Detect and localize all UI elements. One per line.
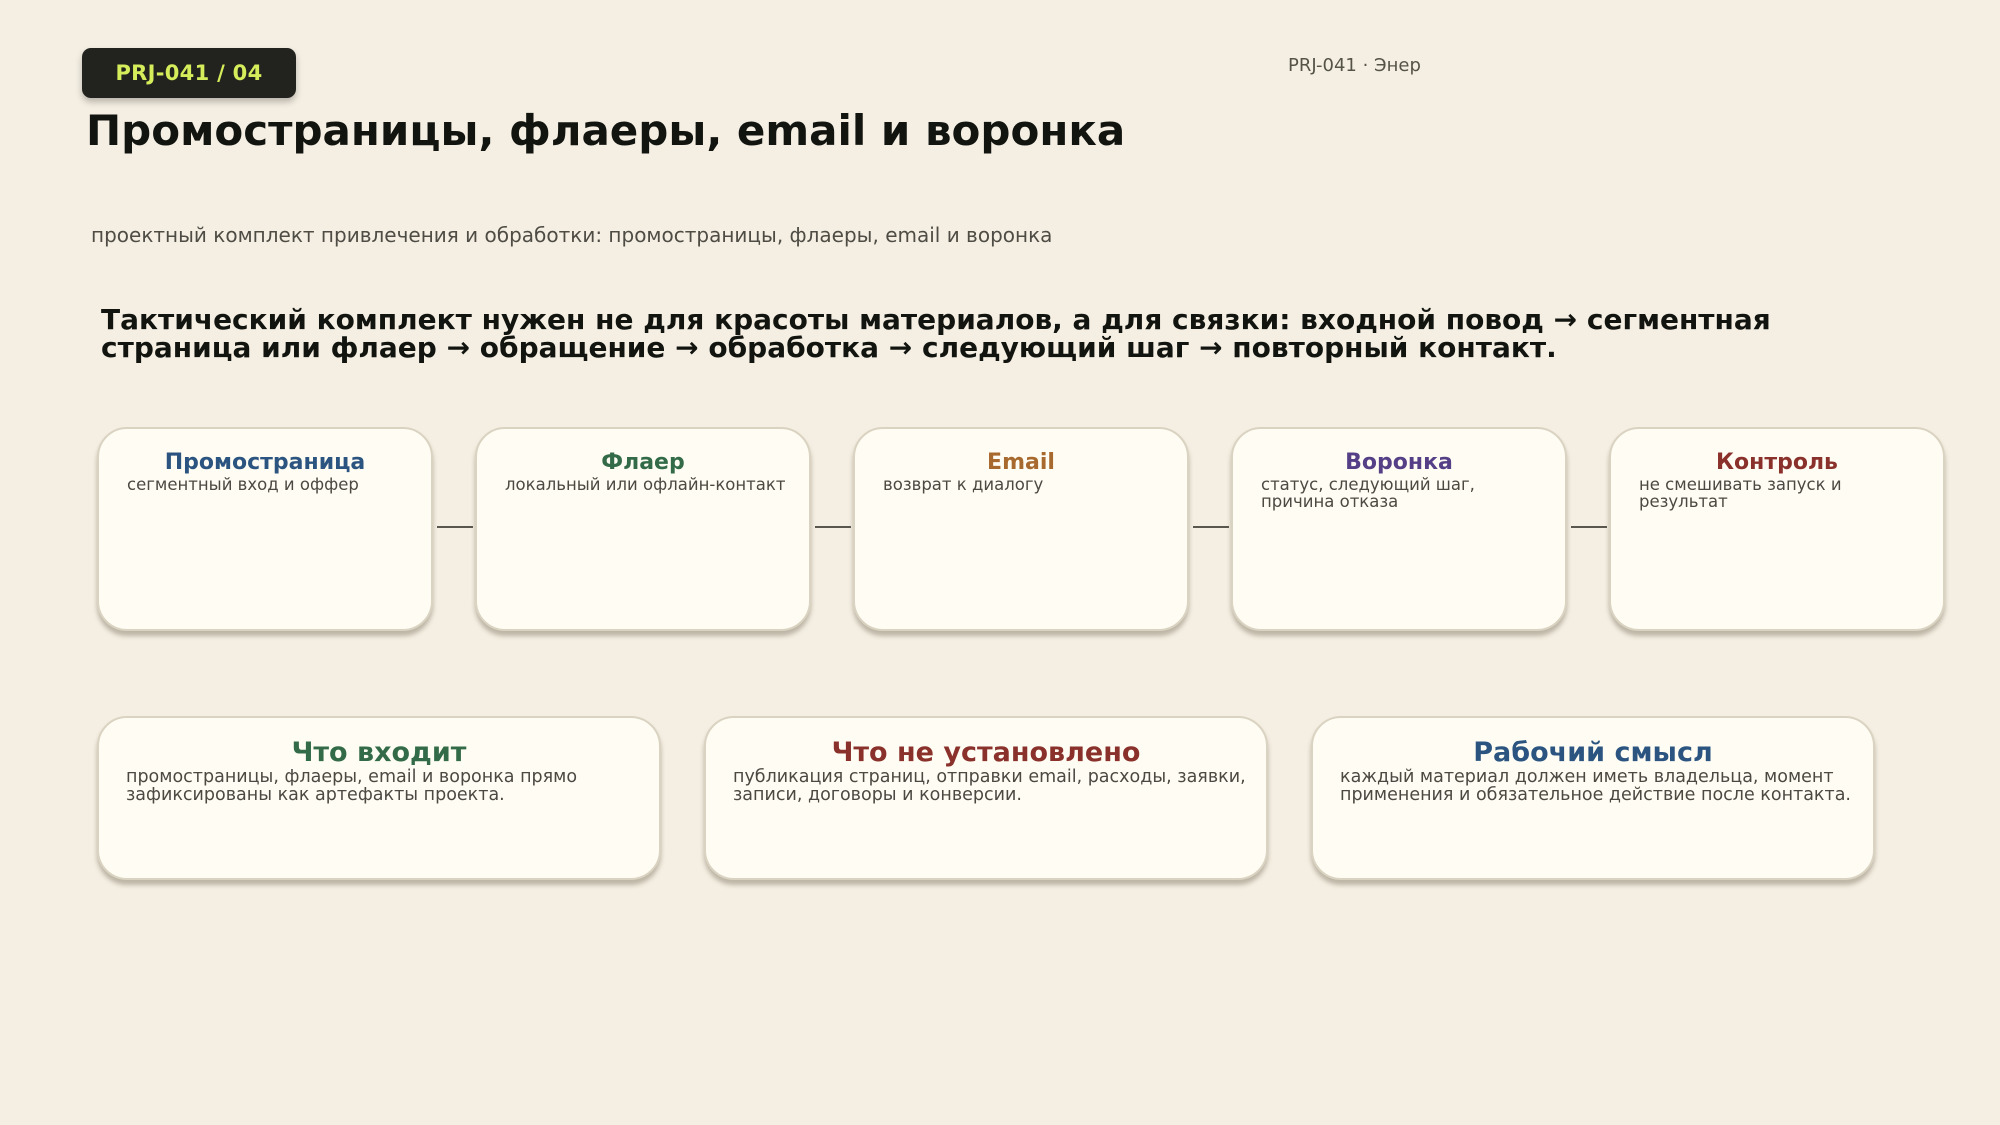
stage-card-promo-page: Промостраница сегментный вход и оффер	[97, 427, 433, 631]
stage-card-control: Контроль не смешивать запуск и результат	[1609, 427, 1945, 631]
stage-card-funnel: Воронка статус, следующий шаг, причина о…	[1231, 427, 1567, 631]
stage-title: Email	[987, 450, 1055, 475]
funnel-flow: Промостраница сегментный вход и оффер Фл…	[0, 0, 2000, 1125]
flow-connector	[815, 526, 851, 528]
stage-title: Промостраница	[164, 450, 366, 475]
info-card-not-established: Что не установлено публикация страниц, о…	[704, 716, 1268, 880]
info-card-description: публикация страниц, отправки email, расх…	[733, 767, 1246, 805]
stage-description: локальный или офлайн-контакт	[505, 475, 786, 494]
info-card-working-meaning: Рабочий смысл каждый материал должен име…	[1311, 716, 1875, 880]
flow-connector	[1193, 526, 1229, 528]
info-card-title: Что не установлено	[831, 737, 1141, 768]
stage-card-email: Email возврат к диалогу	[853, 427, 1189, 631]
info-card-included: Что входит промостраницы, флаеры, email …	[97, 716, 661, 880]
info-card-title: Рабочий смысл	[1473, 737, 1713, 768]
stage-description: не смешивать запуск и результат	[1639, 475, 1842, 511]
info-card-title: Что входит	[291, 737, 467, 768]
flow-connector	[1571, 526, 1607, 528]
stage-description: сегментный вход и оффер	[127, 475, 359, 494]
stage-title: Воронка	[1345, 450, 1453, 475]
flow-connector	[437, 526, 473, 528]
stage-description: статус, следующий шаг, причина отказа	[1261, 475, 1475, 511]
info-card-description: каждый материал должен иметь владельца, …	[1340, 767, 1851, 805]
stage-title: Контроль	[1716, 450, 1838, 475]
stage-description: возврат к диалогу	[883, 475, 1044, 494]
stage-card-flyer: Флаер локальный или офлайн-контакт	[475, 427, 811, 631]
stage-title: Флаер	[601, 450, 685, 475]
info-card-description: промостраницы, флаеры, email и воронка п…	[126, 767, 578, 805]
